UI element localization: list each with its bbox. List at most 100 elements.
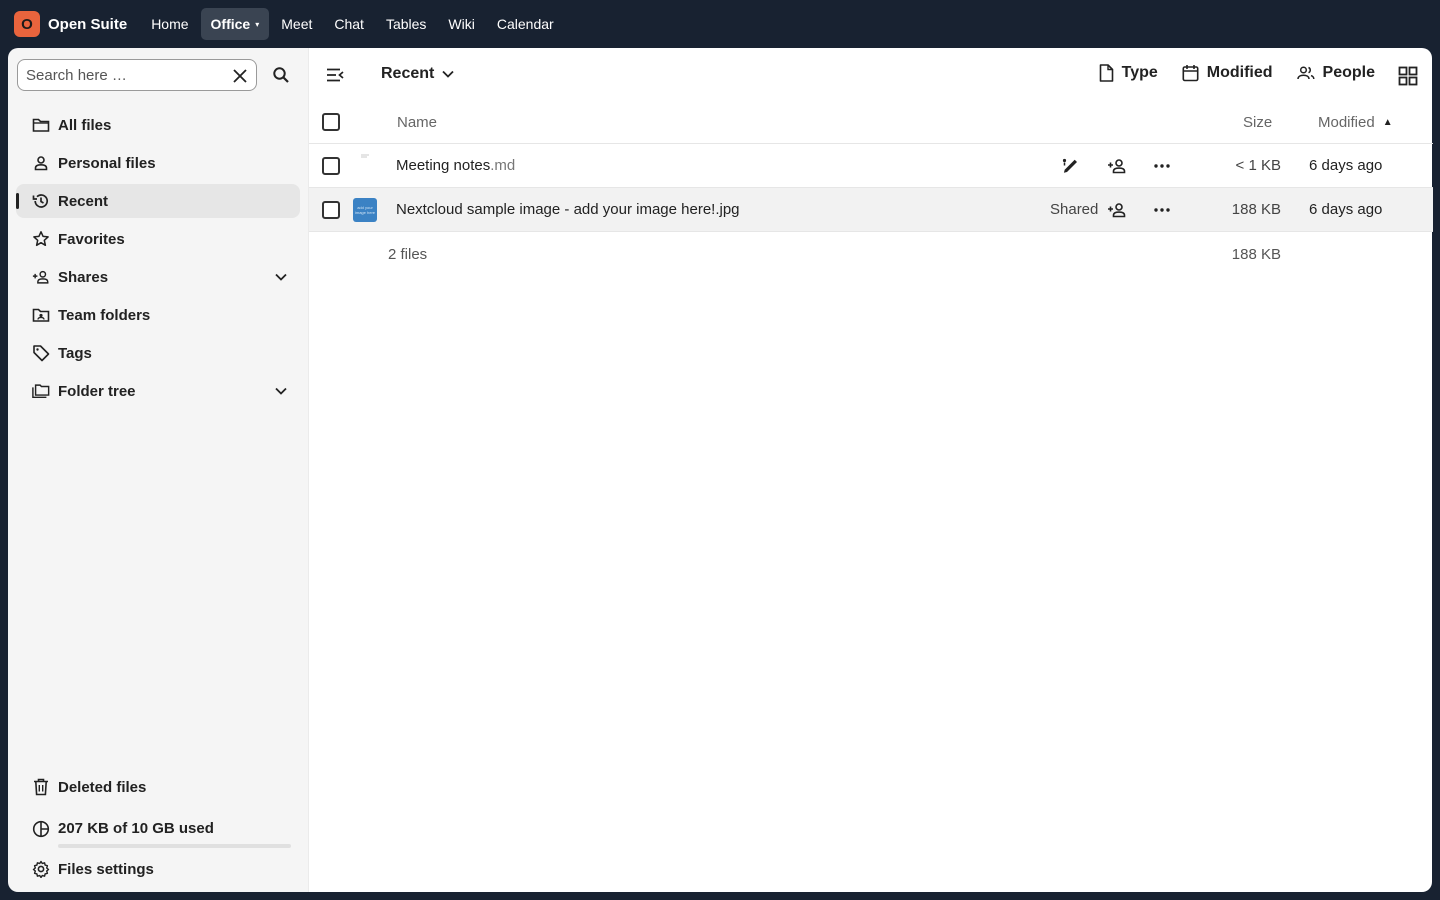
nav-calendar[interactable]: Calendar (487, 8, 564, 40)
trash-icon (32, 778, 50, 796)
brand[interactable]: O Open Suite (14, 11, 127, 37)
sidebar-item-label: Deleted files (58, 778, 147, 796)
row-checkbox[interactable] (322, 201, 340, 219)
nav-tables[interactable]: Tables (376, 8, 436, 40)
file-extension: .md (490, 157, 516, 174)
more-actions-button[interactable] (1151, 199, 1173, 221)
brand-name[interactable]: Open Suite (48, 16, 127, 33)
file-list-view: Recent Type Modified People Name Size Mo… (308, 48, 1433, 892)
filter-modified-label: Modified (1206, 64, 1273, 81)
clear-search-button[interactable] (230, 66, 250, 86)
column-modified-header[interactable]: Modified ▲ (1318, 114, 1393, 131)
sidebar-item-folder-tree[interactable]: Folder tree (16, 374, 300, 408)
chevron-down-icon (442, 70, 454, 78)
nav-calendar-label: Calendar (496, 16, 554, 32)
share-person-icon (32, 268, 50, 286)
thumbnail-text: add your image here (354, 205, 375, 215)
sidebar-footer: Deleted files 207 KB of 10 GB used Files… (16, 770, 300, 890)
edit-pencil-icon (1062, 158, 1077, 173)
sidebar-item-label: Folder tree (58, 382, 136, 400)
nav-tables-label: Tables (385, 16, 427, 32)
storage-quota: 207 KB of 10 GB used (16, 808, 300, 852)
column-size-header[interactable]: Size (1243, 114, 1272, 131)
sidebar-item-favorites[interactable]: Favorites (16, 222, 300, 256)
total-size: 188 KB (1231, 246, 1281, 263)
filter-people-button[interactable]: People (1296, 64, 1375, 82)
person-icon (32, 154, 50, 172)
toggle-navigation-button[interactable] (325, 65, 345, 85)
sidebar-item-personal-files[interactable]: Personal files (16, 146, 300, 180)
filter-people-label: People (1322, 64, 1375, 81)
nav-meet-label: Meet (281, 16, 313, 32)
edit-button[interactable] (1060, 155, 1082, 177)
page-title: Recent (381, 65, 435, 82)
sort-ascending-icon: ▲ (1382, 117, 1393, 128)
sidebar-item-label: Shares (58, 268, 109, 286)
file-name[interactable]: Nextcloud sample image - add your image … (396, 201, 740, 218)
sidebar-item-all-files[interactable]: All files (16, 108, 300, 142)
file-modified: 6 days ago (1309, 201, 1383, 218)
sidebar-item-deleted-files[interactable]: Deleted files (16, 770, 300, 804)
sidebar-item-label: All files (58, 116, 112, 134)
nav-wiki[interactable]: Wiki (438, 8, 484, 40)
share-button[interactable] (1106, 199, 1128, 221)
search-icon (273, 67, 289, 83)
nav-office[interactable]: Office ▾ (200, 8, 270, 40)
filter-type-button[interactable]: Type (1099, 64, 1158, 82)
more-actions-button[interactable] (1151, 155, 1173, 177)
table-row[interactable]: Meeting notes.md < 1 KB 6 days ago (309, 144, 1433, 188)
shared-label[interactable]: Shared (1050, 201, 1098, 218)
quota-progress-bar (58, 844, 291, 848)
caret-down-icon: ▾ (255, 19, 260, 29)
column-modified-label: Modified (1318, 114, 1375, 131)
sidebar-item-label: Favorites (58, 230, 125, 248)
sidebar-item-team-folders[interactable]: Team folders (16, 298, 300, 332)
nav-home[interactable]: Home (141, 8, 198, 40)
sidebar-item-files-settings[interactable]: Files settings (16, 852, 300, 886)
share-button[interactable] (1106, 155, 1128, 177)
row-checkbox[interactable] (322, 157, 340, 175)
nav-meet[interactable]: Meet (271, 8, 322, 40)
grid-view-toggle[interactable] (1397, 65, 1419, 87)
folder-icon (32, 116, 50, 134)
top-bar: O Open Suite Home Office ▾ Meet Chat Tabl… (0, 0, 1440, 48)
nav-chat[interactable]: Chat (324, 8, 374, 40)
search-button[interactable] (270, 64, 292, 86)
ellipsis-icon (1154, 208, 1170, 212)
view-title-dropdown[interactable]: Recent (381, 65, 454, 83)
sidebar: All files Personal files Recent Favorite… (8, 48, 308, 892)
chevron-down-icon[interactable] (272, 382, 290, 400)
nav-wiki-label: Wiki (448, 16, 475, 32)
brand-logo[interactable]: O (14, 11, 40, 37)
app-nav: Home Office ▾ Meet Chat Tables Wiki Calen… (141, 8, 566, 40)
table-row[interactable]: add your image here Nextcloud sample ima… (309, 188, 1433, 232)
file-name[interactable]: Meeting notes.md (396, 157, 515, 174)
select-all-checkbox[interactable] (322, 113, 340, 131)
nav-office-label: Office (210, 16, 251, 32)
grid-icon (1398, 66, 1418, 86)
file-icon (1099, 64, 1114, 82)
sidebar-item-label: Tags (58, 344, 92, 362)
sidebar-item-shares[interactable]: Shares (16, 260, 300, 294)
nav-chat-label: Chat (334, 16, 364, 32)
chevron-down-icon[interactable] (272, 268, 290, 286)
filter-modified-button[interactable]: Modified (1182, 64, 1273, 82)
sidebar-item-tags[interactable]: Tags (16, 336, 300, 370)
file-count: 2 files (388, 246, 428, 263)
toolbar: Recent Type Modified People (309, 48, 1433, 102)
column-name-header[interactable]: Name (397, 114, 437, 131)
sidebar-nav: All files Personal files Recent Favorite… (16, 108, 300, 412)
sidebar-item-recent[interactable]: Recent (16, 184, 300, 218)
sidebar-item-label: Team folders (58, 306, 151, 324)
ellipsis-icon (1154, 164, 1170, 168)
calendar-icon (1182, 64, 1199, 82)
tag-icon (32, 344, 50, 362)
sidebar-item-label: Recent (58, 192, 109, 210)
search-input[interactable] (26, 66, 226, 84)
image-thumbnail: add your image here (353, 198, 377, 222)
folder-tree-icon (32, 382, 50, 400)
search-box (17, 59, 257, 91)
filter-bar: Type Modified People (1075, 64, 1375, 82)
files-summary: 2 files 188 KB (309, 232, 1433, 276)
share-person-icon (1108, 203, 1126, 218)
